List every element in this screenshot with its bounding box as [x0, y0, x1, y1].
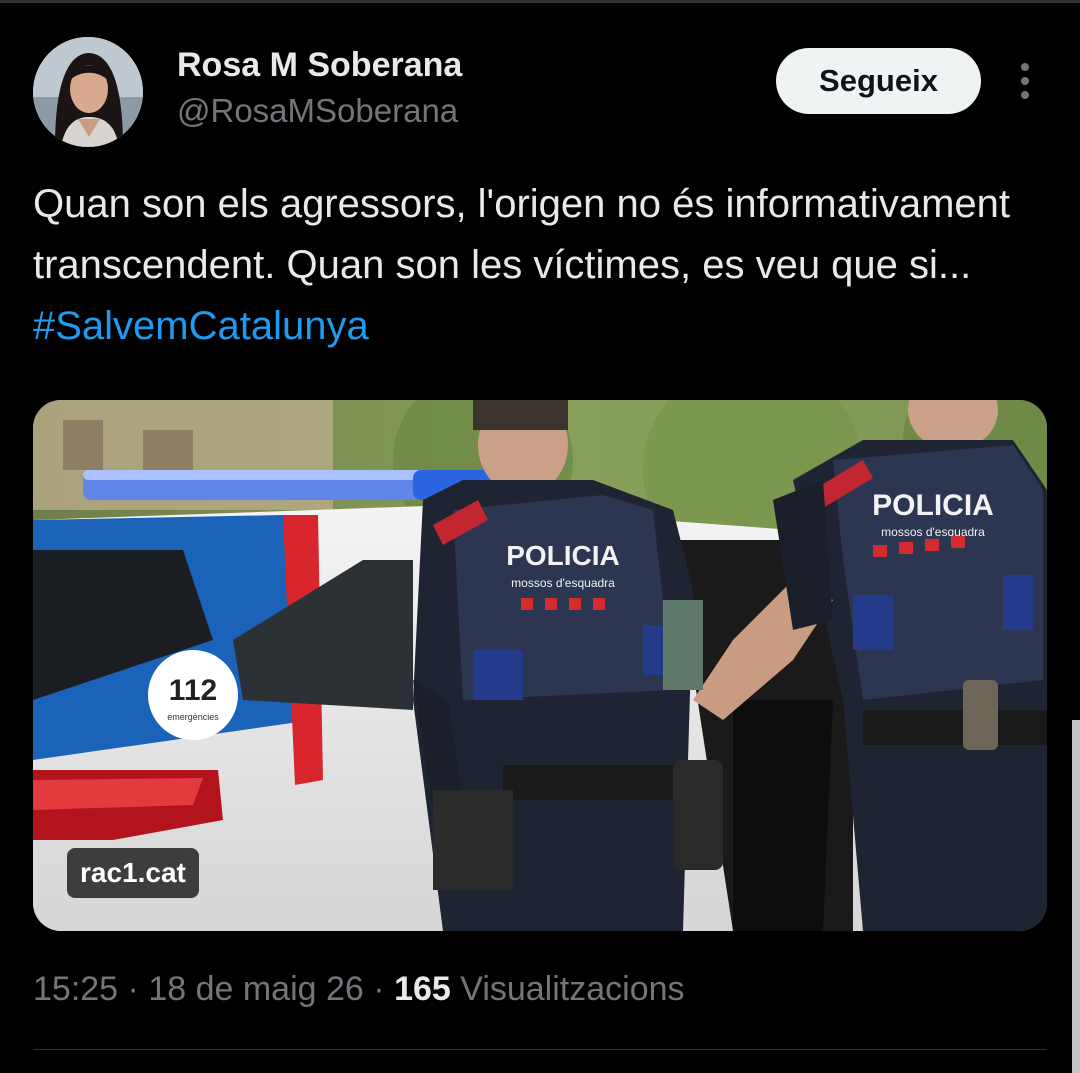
tweet-text: Quan son els agressors, l'origen no és i… [33, 174, 1043, 357]
vest-left-title: POLICIA [506, 540, 620, 571]
more-vertical-icon [1021, 63, 1029, 99]
more-options-button[interactable] [1004, 60, 1046, 102]
follow-button[interactable]: Segueix [776, 48, 981, 114]
views-label[interactable]: Visualitzacions [460, 970, 684, 1008]
car-112-label: 112 [169, 674, 217, 707]
scrollbar[interactable] [1072, 720, 1080, 1073]
tweet-date[interactable]: 18 de maig 26 [148, 970, 364, 1008]
bottom-divider [33, 1049, 1047, 1050]
tweet-body: Quan son els agressors, l'origen no és i… [33, 182, 1011, 287]
tweet-time[interactable]: 15:25 [33, 970, 118, 1008]
author-name[interactable]: Rosa M Soberana [177, 46, 462, 85]
vest-left-sub: mossos d'esquadra [511, 576, 615, 590]
vest-right-sub: mossos d'esquadra [881, 525, 985, 539]
author-handle[interactable]: @RosaMSoberana [177, 92, 458, 130]
media-source-badge[interactable]: rac1.cat [67, 848, 199, 898]
hashtag-link[interactable]: #SalvemCatalunya [33, 304, 369, 348]
top-divider [0, 0, 1080, 3]
tweet-detail-view: Rosa M Soberana @RosaMSoberana Segueix Q… [0, 0, 1080, 1073]
car-emergencies-label: emergències [167, 712, 219, 722]
tweet-meta: 15:25 · 18 de maig 26 · 165 Visualitzaci… [33, 970, 685, 1009]
author-avatar[interactable] [33, 37, 143, 147]
vest-right-title: POLICIA [872, 489, 994, 522]
meta-separator-2: · [373, 970, 385, 1008]
meta-separator: · [127, 970, 139, 1008]
views-count[interactable]: 165 [394, 970, 451, 1008]
avatar-photo [33, 37, 143, 147]
